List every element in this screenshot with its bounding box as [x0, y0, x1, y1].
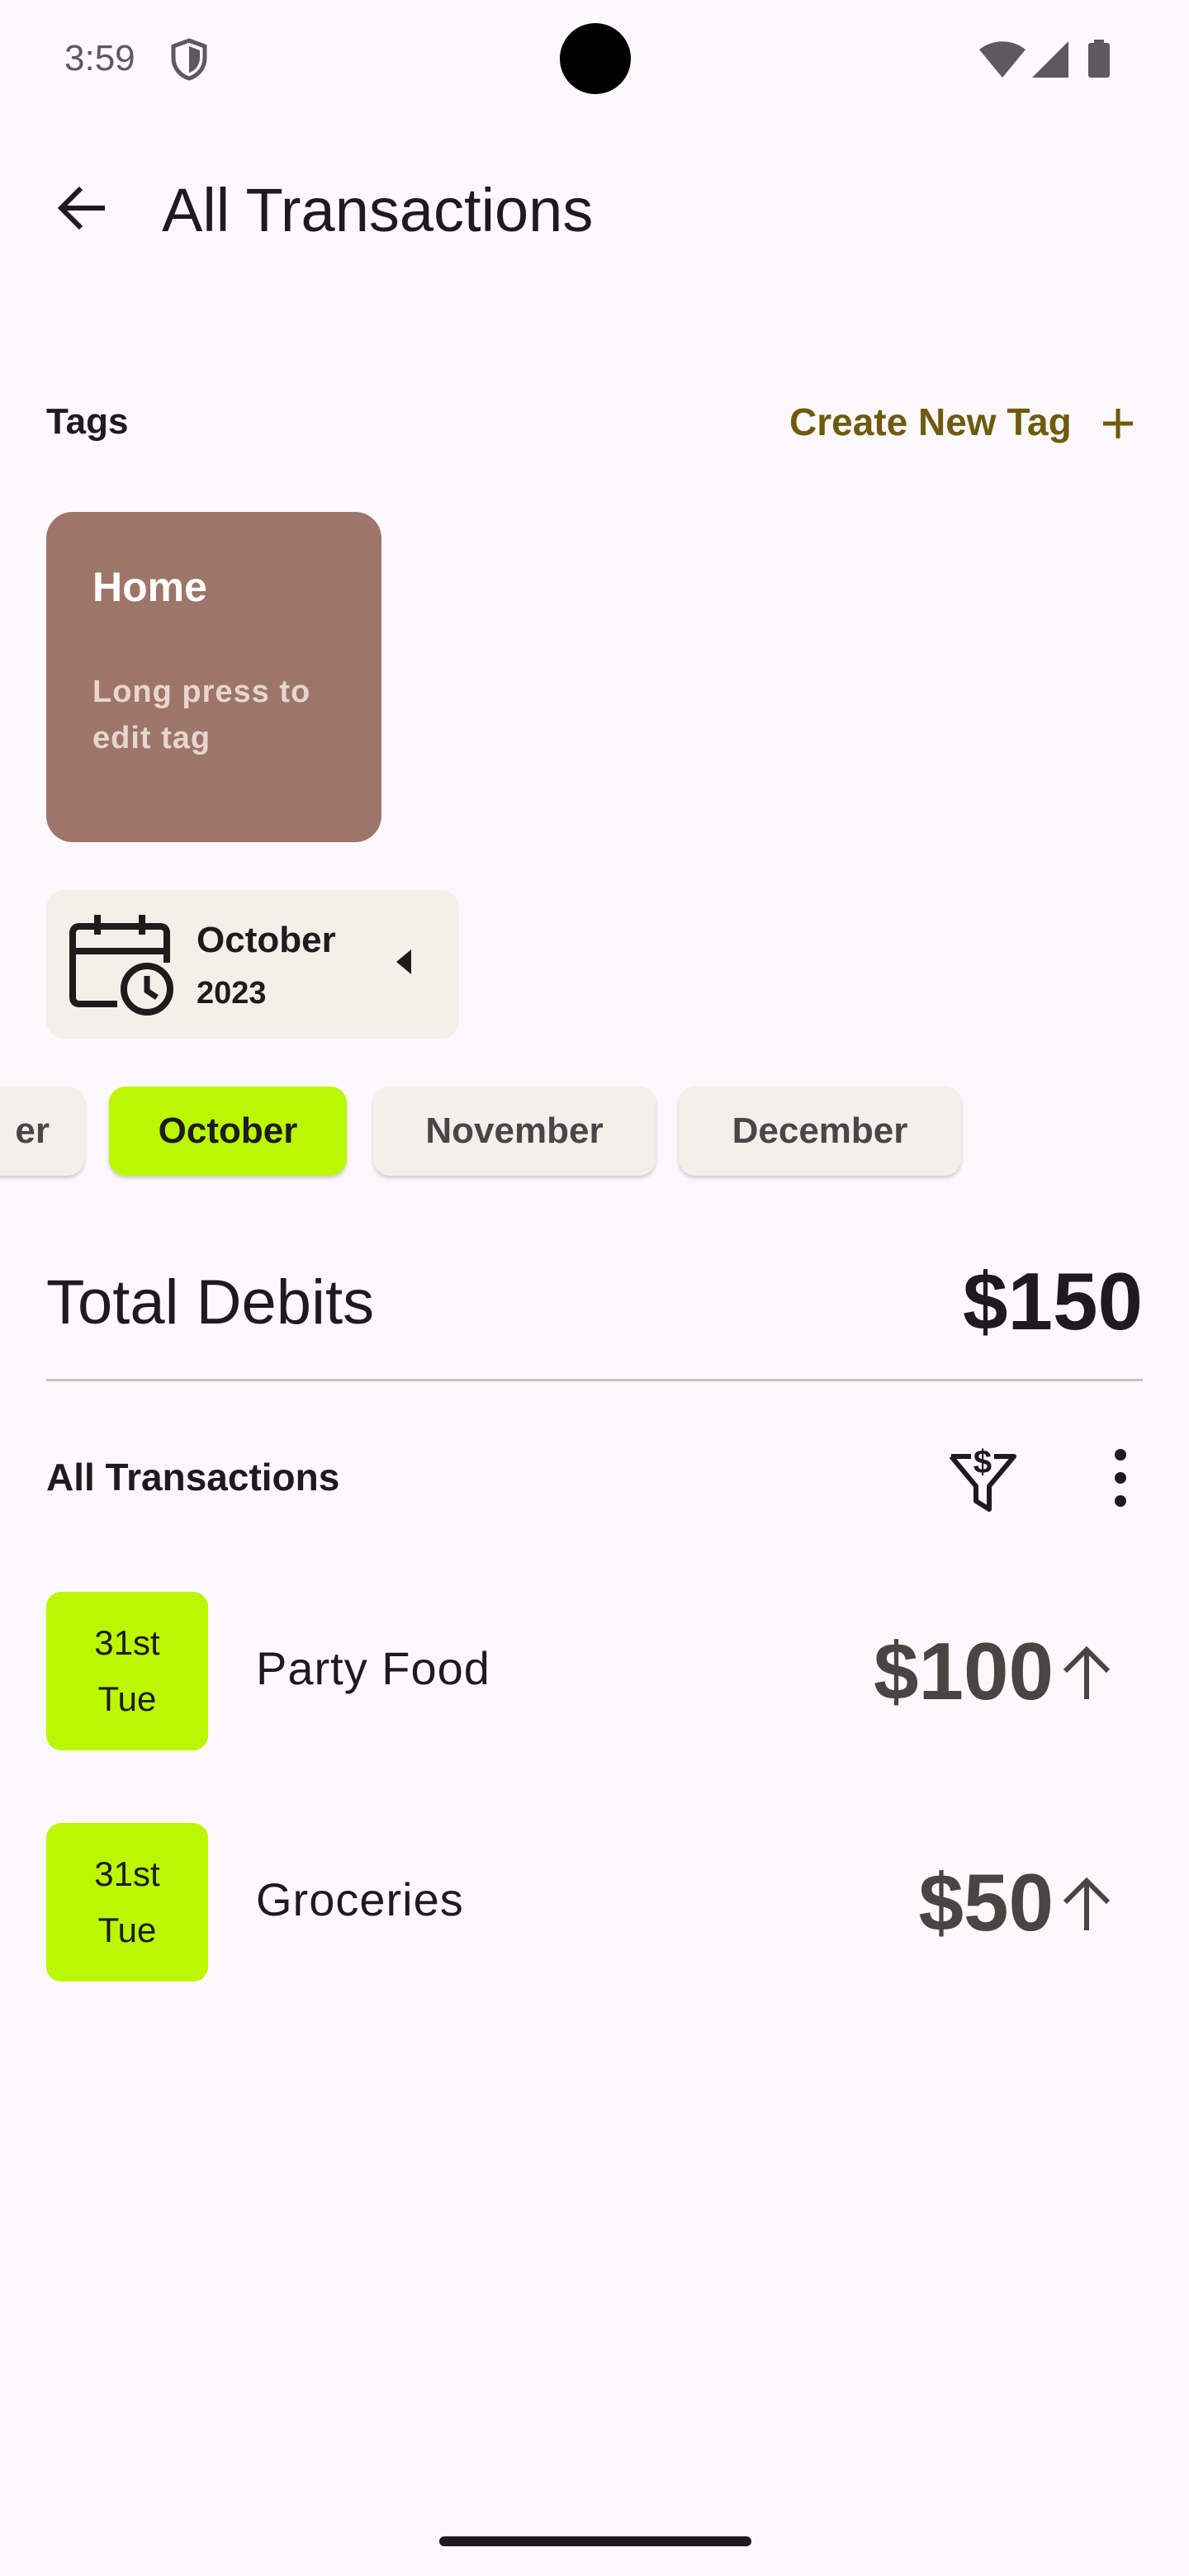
- transaction-row[interactable]: 31st Tue Groceries $50: [0, 1823, 1189, 1988]
- front-camera: [560, 23, 631, 94]
- shield-icon: [170, 38, 208, 81]
- home-indicator[interactable]: [439, 2536, 751, 2546]
- create-new-tag-button[interactable]: Create New Tag: [789, 400, 1135, 444]
- month-chip-december[interactable]: December: [679, 1087, 961, 1176]
- create-new-tag-label: Create New Tag: [789, 400, 1072, 443]
- total-debits-amount: $150: [962, 1256, 1143, 1347]
- tag-hint: Long press to edit tag: [92, 675, 311, 755]
- picker-year: 2023: [197, 976, 267, 1011]
- tag-name: Home: [92, 564, 207, 610]
- transaction-day: 31st: [94, 1623, 160, 1662]
- arrow-up-icon: [1059, 1876, 1115, 1932]
- transaction-row[interactable]: 31st Tue Party Food $100: [0, 1592, 1189, 1757]
- signal-icon: [1032, 41, 1068, 78]
- picker-month: October: [197, 920, 336, 960]
- transaction-date-badge: 31st Tue: [46, 1592, 208, 1750]
- transactions-header: All Transactions: [46, 1456, 340, 1499]
- page-title: All Transactions: [162, 176, 594, 244]
- more-vert-icon[interactable]: [1101, 1447, 1139, 1509]
- arrow-up-icon: [1059, 1645, 1115, 1701]
- transaction-weekday: Tue: [97, 1911, 157, 1949]
- arrow-back-icon: [55, 182, 107, 238]
- month-year-picker[interactable]: October 2023: [46, 890, 459, 1039]
- calendar-clock-icon: [68, 912, 175, 1021]
- transaction-amount: $100: [873, 1626, 1054, 1717]
- screen: 3:59 All Transactions Tags Create New Ta…: [0, 0, 1189, 2576]
- wifi-icon: [979, 41, 1026, 78]
- month-chip-september[interactable]: er: [0, 1087, 84, 1176]
- month-chip-october[interactable]: October: [109, 1087, 347, 1176]
- caret-left-icon: [393, 948, 413, 980]
- svg-text:$: $: [973, 1444, 992, 1480]
- tag-card-home[interactable]: Home Long press to edit tag: [46, 512, 381, 842]
- transaction-weekday: Tue: [97, 1679, 157, 1718]
- divider: [46, 1379, 1143, 1381]
- dollar-filter-icon[interactable]: $: [948, 1438, 1017, 1513]
- month-chip-label: December: [732, 1110, 908, 1151]
- transaction-date-badge: 31st Tue: [46, 1823, 208, 1982]
- tags-label: Tags: [46, 401, 129, 442]
- battery-icon: [1088, 40, 1110, 78]
- transaction-amount: $50: [918, 1857, 1054, 1948]
- month-chip-label: October: [158, 1110, 298, 1151]
- transaction-day: 31st: [94, 1854, 160, 1893]
- transaction-name: Party Food: [256, 1642, 490, 1694]
- month-chip-label: November: [425, 1110, 604, 1151]
- status-time: 3:59: [64, 38, 135, 78]
- transaction-name: Groceries: [256, 1873, 464, 1925]
- month-chip-label: er: [15, 1110, 50, 1151]
- plus-icon: [1101, 403, 1135, 441]
- back-button[interactable]: [50, 178, 112, 241]
- month-chip-november[interactable]: November: [373, 1087, 656, 1176]
- total-debits-label: Total Debits: [46, 1267, 375, 1338]
